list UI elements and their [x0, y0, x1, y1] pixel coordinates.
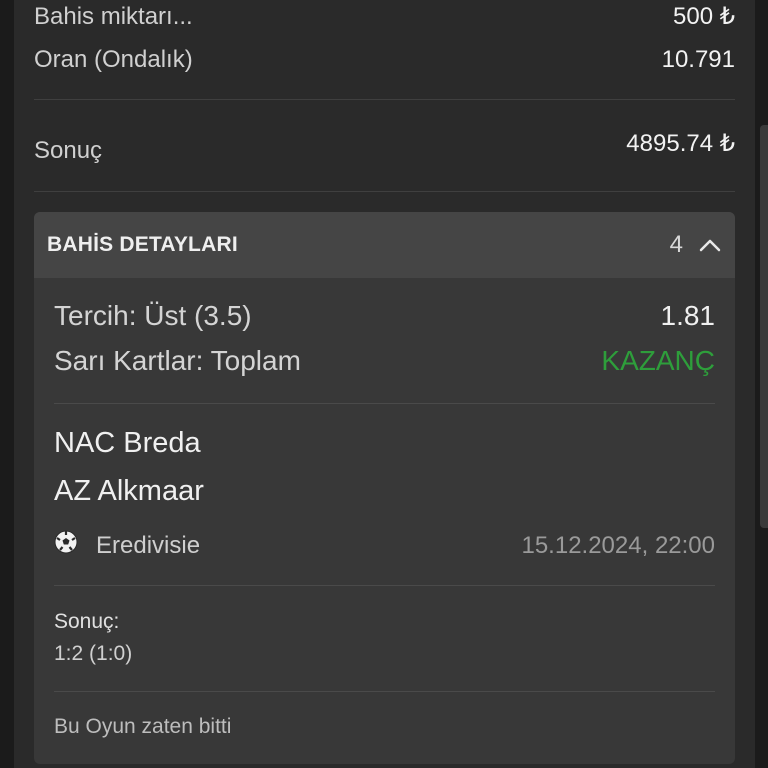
divider: [34, 191, 735, 192]
market-label: Sarı Kartlar: Toplam: [54, 345, 301, 376]
odds-label: Oran (Ondalık): [34, 46, 193, 73]
soccer-ball-icon: [54, 530, 78, 554]
bet-slip-panel: Bahis miktarı... 500 ₺ Oran (Ondalık) 10…: [14, 0, 755, 768]
stake-label: Bahis miktarı...: [34, 2, 193, 30]
divider: [54, 403, 715, 404]
score-value: 1:2 (1:0): [54, 642, 133, 665]
header-controls: 4: [670, 231, 721, 259]
bet-details-card: BAHİS DETAYLARI 4 Tercih: Üst (3.5) 1.81…: [34, 212, 735, 764]
match-datetime: 15.12.2024, 22:00: [521, 532, 715, 559]
divider: [54, 691, 715, 692]
game-status: Bu Oyun zaten bitti: [54, 715, 232, 738]
stake-value: 500 ₺: [673, 3, 735, 30]
divider: [54, 585, 715, 586]
divider: [34, 99, 735, 100]
home-team: NAC Breda: [54, 427, 201, 459]
result-row: Sonuç 4895.74 ₺: [34, 129, 735, 165]
chevron-up-icon[interactable]: [699, 238, 721, 252]
selection-row: Tercih: Üst (3.5) 1.81: [54, 300, 715, 332]
stake-row: Bahis miktarı... 500 ₺: [34, 2, 735, 31]
selection-odds: 1.81: [660, 300, 716, 331]
result-label: Sonuç: [34, 137, 103, 164]
bet-details-header[interactable]: BAHİS DETAYLARI 4: [34, 212, 735, 278]
selection-label: Tercih: Üst (3.5): [54, 300, 252, 331]
scrollbar[interactable]: [760, 125, 768, 528]
away-team: AZ Alkmaar: [54, 475, 204, 507]
result-value: 4895.74 ₺: [626, 129, 735, 157]
market-row: Sarı Kartlar: Toplam KAZANÇ: [54, 345, 715, 377]
bet-details-title: BAHİS DETAYLARI: [47, 233, 238, 256]
score-label: Sonuç:: [54, 610, 120, 633]
league-name: Eredivisie: [96, 532, 201, 559]
odds-row: Oran (Ondalık) 10.791: [34, 46, 735, 74]
selection-count: 4: [669, 231, 683, 258]
market-status-badge: KAZANÇ: [601, 345, 715, 376]
odds-value: 10.791: [661, 46, 735, 73]
